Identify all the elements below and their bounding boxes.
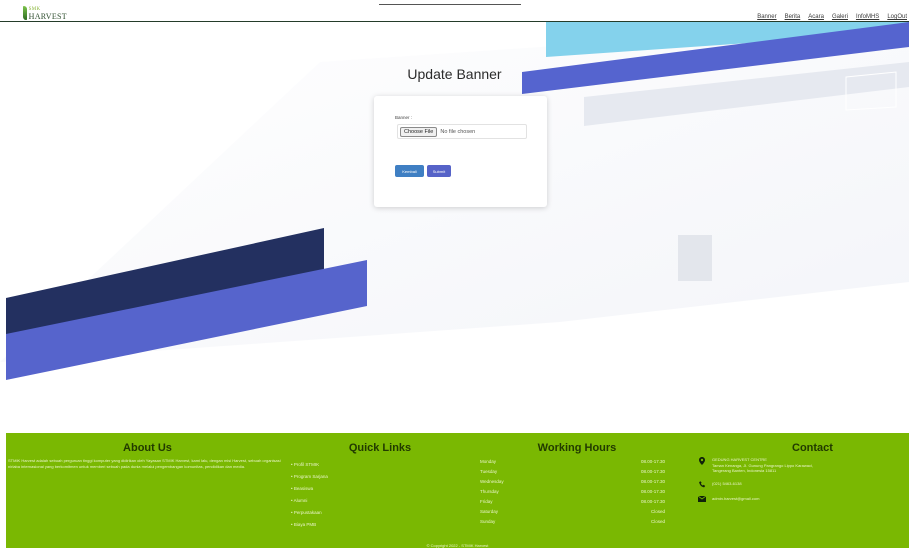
hours-time: 08.00-17.30 (640, 469, 665, 474)
footer-about: About Us STMIK Harvest adalah sebuah per… (8, 433, 287, 470)
envelope-icon (692, 495, 712, 506)
quick-link-profil[interactable]: • Profil STMIK (291, 459, 472, 471)
harvest-logo[interactable]: SMK HARVEST (23, 4, 67, 21)
hours-day: Friday (480, 499, 493, 504)
hours-row: Friday 08.00-17.30 (473, 497, 681, 507)
quick-link-biaya-pmb[interactable]: • Biaya PMB (291, 519, 472, 531)
contact-phone: (021) 5463-6138 (692, 481, 909, 491)
footer-contact: Contact GEDUNG HARVEST CENTRE Taman Kena… (686, 433, 909, 506)
hours-day: Thursday (480, 489, 499, 494)
footer-working-hours: Working Hours Monday 08.00-17.30 Tuesday 0… (473, 433, 681, 527)
leaf-icon (23, 5, 27, 20)
hours-row: Sunday Closed (473, 517, 681, 527)
email-address[interactable]: admin.harvest@gmail.com (712, 496, 759, 502)
back-button[interactable]: Kembali (395, 165, 424, 177)
footer: About Us STMIK Harvest adalah sebuah per… (6, 433, 909, 548)
quick-link-program-sarjana[interactable]: • Program Sarjana (291, 471, 472, 483)
decorative-background (0, 22, 909, 433)
phone-number[interactable]: (021) 5463-6138 (712, 481, 742, 487)
update-banner-card: Banner : Choose File No file chosen Kemb… (374, 96, 547, 207)
quick-link-beasiswa[interactable]: • Beasiswa (291, 483, 472, 495)
hours-day: Saturday (480, 509, 499, 514)
hours-day: Wednesday (480, 479, 504, 484)
footer-quick-links: Quick Links • Profil STMIK • Program Sar… (288, 433, 472, 531)
address-line-3: Tangerang Banten, Indonesia 15811 (712, 468, 777, 473)
nav-links: Banner Berita Acara Galeri InfoMHS LogOu… (757, 14, 907, 20)
hours-time: 08.00-17.30 (640, 459, 665, 464)
hours-row: Tuesday 08.00-17.30 (473, 467, 681, 477)
copyright-text: © Copyright 2022 - STMIK Harvest (426, 543, 489, 548)
quick-link-perpustakaan[interactable]: • Perpustakaan (291, 507, 472, 519)
nav-link-acara[interactable]: Acara (808, 14, 824, 20)
about-heading: About Us (123, 442, 172, 454)
hours-row: Thursday 08.00-17.30 (473, 487, 681, 497)
hours-day: Monday (480, 459, 497, 464)
form-actions: Kembali Submit (395, 165, 451, 177)
contact-address: GEDUNG HARVEST CENTRE Taman Kenanga, Jl.… (692, 457, 909, 474)
banner-file-input[interactable]: Choose File No file chosen (397, 124, 527, 139)
hours-time: Closed (650, 509, 665, 514)
hours-row: Saturday Closed (473, 507, 681, 517)
hours-time: 08.00-17.30 (640, 479, 665, 484)
submit-button[interactable]: Submit (427, 165, 451, 177)
about-text: STMIK Harvest adalah sebuah perguruan ti… (8, 458, 281, 469)
nav-link-berita[interactable]: Berita (785, 14, 801, 20)
quick-link-alumni[interactable]: • Alumni (291, 495, 472, 507)
nav-link-infomhs[interactable]: InfoMHS (856, 14, 879, 20)
hours-row: Wednesday 08.00-17.30 (473, 477, 681, 487)
hours-time: 08.00-17.30 (640, 499, 665, 504)
logo-text: SMK HARVEST (28, 6, 67, 21)
hours-time: 08.00-17.30 (640, 489, 665, 494)
quick-links-heading: Quick Links (348, 442, 412, 454)
top-divider (379, 4, 521, 5)
contact-email: admin.harvest@gmail.com (692, 495, 909, 506)
phone-icon (692, 480, 712, 491)
nav-link-banner[interactable]: Banner (757, 14, 776, 20)
choose-file-button[interactable]: Choose File (400, 126, 438, 137)
banner-field-label: Banner : (395, 115, 413, 120)
hours-day: Tuesday (480, 469, 498, 474)
file-status-text: No file chosen (440, 128, 476, 135)
hours-time: Closed (650, 519, 665, 524)
navbar: SMK HARVEST Banner Berita Acara Galeri In… (0, 0, 909, 22)
nav-link-galeri[interactable]: Galeri (832, 14, 848, 20)
contact-heading: Contact (792, 442, 833, 454)
hours-day: Sunday (480, 519, 496, 524)
map-marker-icon (692, 457, 712, 467)
hours-row: Monday 08.00-17.30 (473, 457, 681, 467)
page-title: Update Banner (407, 66, 502, 82)
nav-link-logout[interactable]: LogOut (887, 14, 907, 20)
working-hours-heading: Working Hours (537, 442, 617, 454)
